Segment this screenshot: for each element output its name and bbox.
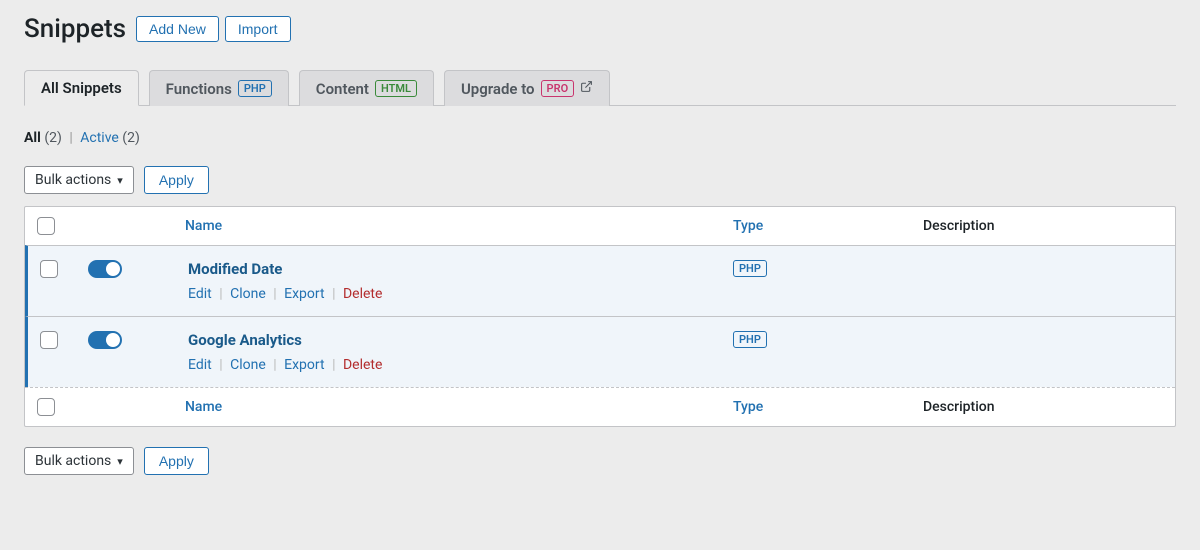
filter-active-label[interactable]: Active [80,130,119,146]
snippets-table: Name Type Description Modified Date Edit… [24,206,1176,427]
import-button[interactable]: Import [225,16,291,42]
php-badge: PHP [238,80,272,97]
bulk-actions-select[interactable]: Bulk actions ▾ [24,166,134,194]
filter-all-count: (2) [44,130,62,146]
select-all-checkbox[interactable] [37,217,55,235]
col-name[interactable]: Name [185,218,733,234]
table-footer: Name Type Description [25,387,1175,426]
tab-label: Content [316,80,369,98]
row-checkbox[interactable] [40,260,58,278]
tab-upgrade[interactable]: Upgrade to PRO [444,70,610,106]
chevron-down-icon: ▾ [117,455,123,468]
external-link-icon [580,80,593,97]
table-header: Name Type Description [25,207,1175,245]
tab-functions[interactable]: Functions PHP [149,70,289,106]
bulk-actions-bottom: Bulk actions ▾ Apply [24,447,1176,475]
type-pill: PHP [733,260,767,277]
col-type-footer[interactable]: Type [733,399,923,415]
bulk-select-label: Bulk actions [35,453,111,469]
tab-label: Functions [166,80,232,98]
type-pill: PHP [733,331,767,348]
html-badge: HTML [375,80,417,97]
tab-all-snippets[interactable]: All Snippets [24,70,139,106]
bulk-actions-select-bottom[interactable]: Bulk actions ▾ [24,447,134,475]
tabs-nav: All Snippets Functions PHP Content HTML … [24,70,1176,106]
filter-all-label[interactable]: All [24,130,41,146]
select-all-checkbox-bottom[interactable] [37,398,55,416]
row-actions: Edit | Clone | Export | Delete [188,286,733,302]
col-description: Description [923,218,1163,234]
col-description-footer: Description [923,399,1163,415]
add-new-button[interactable]: Add New [136,16,219,42]
export-link[interactable]: Export [284,286,324,302]
edit-link[interactable]: Edit [188,357,212,373]
table-row: Modified Date Edit | Clone | Export | De… [25,245,1175,316]
bulk-actions-top: Bulk actions ▾ Apply [24,166,1176,194]
page-header: Snippets Add New Import [24,0,1176,44]
delete-link[interactable]: Delete [343,357,382,373]
delete-link[interactable]: Delete [343,286,382,302]
filter-separator: | [69,130,72,146]
snippet-title-link[interactable]: Google Analytics [188,331,733,349]
col-name-footer[interactable]: Name [185,399,733,415]
tab-label: All Snippets [41,79,122,97]
filter-active-count: (2) [122,130,140,146]
page-title: Snippets [24,14,126,44]
row-actions: Edit | Clone | Export | Delete [188,357,733,373]
row-checkbox[interactable] [40,331,58,349]
pro-badge: PRO [541,80,575,97]
edit-link[interactable]: Edit [188,286,212,302]
export-link[interactable]: Export [284,357,324,373]
bulk-select-label: Bulk actions [35,172,111,188]
apply-button-bottom[interactable]: Apply [144,447,209,475]
tab-content[interactable]: Content HTML [299,70,434,106]
snippet-title-link[interactable]: Modified Date [188,260,733,278]
tab-label: Upgrade to [461,80,535,98]
chevron-down-icon: ▾ [117,174,123,187]
active-toggle[interactable] [88,260,122,278]
clone-link[interactable]: Clone [230,357,266,373]
active-toggle[interactable] [88,331,122,349]
table-row: Google Analytics Edit | Clone | Export |… [25,316,1175,387]
clone-link[interactable]: Clone [230,286,266,302]
col-type[interactable]: Type [733,218,923,234]
apply-button-top[interactable]: Apply [144,166,209,194]
filter-links: All (2) | Active (2) [24,130,1176,146]
